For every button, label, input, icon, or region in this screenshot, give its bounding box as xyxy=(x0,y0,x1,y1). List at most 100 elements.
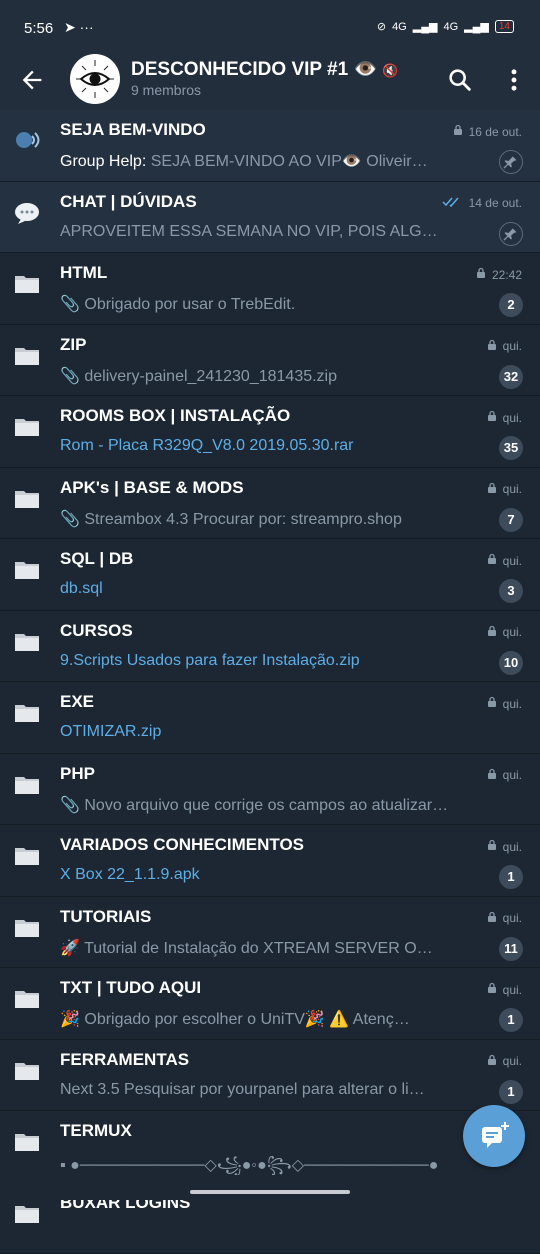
preview-text: 9.Scripts Usados para fazer Instalação.z… xyxy=(60,652,360,669)
topic-row[interactable]: SEJA BEM-VINDOGroup Help: SEJA BEM-VINDO… xyxy=(0,110,540,182)
topic-title: TERMUX xyxy=(60,1121,132,1141)
topic-preview: 🚀 Tutorial de Instalação do XTREAM SERVE… xyxy=(60,938,488,958)
topic-preview: APROVEITEM ESSA SEMANA NO VIP, POIS ALG… xyxy=(60,223,488,241)
topic-preview: Rom - Placa R329Q_V8.0 2019.05.30.rar xyxy=(60,437,488,455)
topic-preview: Next 3.5 Pesquisar por yourpanel para al… xyxy=(60,1081,488,1099)
topic-meta: qui. xyxy=(486,625,522,640)
lock-icon xyxy=(486,839,498,854)
topic-meta: qui. xyxy=(486,553,522,568)
topic-row[interactable]: EXEOTIMIZAR.zipqui. xyxy=(0,682,540,754)
folder-icon xyxy=(12,555,42,585)
topic-title: TUTORIAIS xyxy=(60,907,151,927)
topic-row[interactable]: TERMUX▪ ●───────────◇꧁●◦●꧂◇───────────● xyxy=(0,1111,540,1183)
topic-time: qui. xyxy=(503,697,522,711)
search-icon[interactable] xyxy=(446,66,474,94)
lock-icon xyxy=(486,339,498,354)
topic-row[interactable]: SQL | DBdb.sqlqui.3 xyxy=(0,539,540,611)
pin-icon[interactable] xyxy=(499,150,523,174)
signal-label-1: 4G xyxy=(392,21,407,33)
topic-row[interactable]: HTML 📎 Obrigado por usar o TrebEdit. 22:42… xyxy=(0,253,540,325)
unread-badge: 2 xyxy=(499,293,523,317)
back-arrow-icon[interactable] xyxy=(18,66,46,94)
speech-bubble-icon xyxy=(12,198,42,228)
signal-bars-icon: ▂▄▆ xyxy=(413,20,438,33)
topic-row[interactable]: CURSOS9.Scripts Usados para fazer Instal… xyxy=(0,611,540,683)
topic-preview: db.sql xyxy=(60,580,488,598)
preview-text: APROVEITEM ESSA SEMANA NO VIP, POIS ALG… xyxy=(60,223,438,240)
topic-meta: qui. xyxy=(486,410,522,425)
preview-text: X Box 22_1.1.9.apk xyxy=(60,866,200,883)
signal-label-2: 4G xyxy=(443,21,458,33)
gesture-nav-bar xyxy=(0,1175,540,1200)
topic-meta: qui. xyxy=(486,1054,522,1069)
topic-preview: 📎 Obrigado por usar o TrebEdit. xyxy=(60,294,488,314)
topic-time: qui. xyxy=(503,768,522,782)
topic-row[interactable]: PHP 📎 Novo arquivo que corrige os campos … xyxy=(0,754,540,826)
topic-meta: qui. xyxy=(486,696,522,711)
topic-meta: qui. xyxy=(486,982,522,997)
folder-icon xyxy=(12,341,42,371)
unread-badge: 10 xyxy=(499,651,523,675)
topic-row[interactable]: ZIP📎 delivery-painel_241230_181435.zipqu… xyxy=(0,325,540,397)
topic-title: CHAT | DÚVIDAS xyxy=(60,192,197,212)
preview-text: 📎 Novo arquivo que corrige os campos ao … xyxy=(60,797,448,814)
topic-meta: qui. xyxy=(486,839,522,854)
topic-row[interactable]: CHAT | DÚVIDAS APROVEITEM ESSA SEMANA NO … xyxy=(0,182,540,254)
topic-meta: qui. xyxy=(486,768,522,783)
more-menu-icon[interactable] xyxy=(500,66,528,94)
unread-badge: 7 xyxy=(499,508,523,532)
topic-row[interactable]: VARIADOS CONHECIMENTOS X Box 22_1.1.9.apk… xyxy=(0,825,540,897)
unread-badge: 1 xyxy=(499,1008,523,1032)
lock-icon xyxy=(486,982,498,997)
compose-topic-icon xyxy=(463,1105,525,1167)
folder-icon xyxy=(12,1056,42,1086)
topic-time: 22:42 xyxy=(492,268,522,282)
group-title[interactable]: DESCONHECIDO VIP #1 👁️ 🔇 xyxy=(131,57,399,81)
folder-icon xyxy=(12,1127,42,1157)
topic-row[interactable]: TXT | TUDO AQUI🎉 Obrigado por escolher o… xyxy=(0,968,540,1040)
topic-preview: 📎 Novo arquivo que corrige os campos ao … xyxy=(60,795,488,815)
topic-title: SEJA BEM-VINDO xyxy=(60,120,206,140)
pin-icon[interactable] xyxy=(499,222,523,246)
group-title-text: DESCONHECIDO VIP #1 xyxy=(131,59,348,80)
battery-icon: 14 xyxy=(495,20,514,33)
lock-icon xyxy=(486,1054,498,1069)
topic-row[interactable]: APK's | BASE & MODS📎 Streambox 4.3 Procu… xyxy=(0,468,540,540)
unread-badge: 1 xyxy=(499,1080,523,1104)
preview-text: db.sql xyxy=(60,580,103,597)
group-avatar[interactable] xyxy=(70,54,120,104)
topic-time: qui. xyxy=(503,554,522,568)
eye-logo-icon xyxy=(70,54,120,104)
unread-badge: 1 xyxy=(499,865,523,889)
topic-title: VARIADOS CONHECIMENTOS xyxy=(60,835,304,855)
folder-icon xyxy=(12,841,42,871)
battery-level: 14 xyxy=(499,21,510,32)
topic-meta: qui. xyxy=(486,339,522,354)
folder-icon xyxy=(12,269,42,299)
topic-title: HTML xyxy=(60,263,107,283)
folder-icon xyxy=(12,412,42,442)
topic-row[interactable]: ROOMS BOX | INSTALAÇÃORom - Placa R329Q_… xyxy=(0,396,540,468)
topic-row[interactable]: TUTORIAIS 🚀 Tutorial de Instalação do XTR… xyxy=(0,897,540,969)
preview-text: 📎 Streambox 4.3 Procurar por: streampro.… xyxy=(60,511,402,528)
new-topic-button[interactable] xyxy=(463,1105,525,1167)
topic-title: PHP xyxy=(60,764,95,784)
topic-preview: 9.Scripts Usados para fazer Instalação.z… xyxy=(60,652,488,670)
topic-row[interactable]: FERRAMENTASNext 3.5 Pesquisar por yourpa… xyxy=(0,1040,540,1112)
topic-time: qui. xyxy=(503,625,522,639)
home-indicator[interactable] xyxy=(190,1190,350,1194)
topic-time: qui. xyxy=(503,911,522,925)
preview-text: 📎 Obrigado por usar o TrebEdit. xyxy=(60,296,295,313)
lock-icon xyxy=(486,625,498,640)
preview-sender: Group Help: xyxy=(60,153,151,170)
topic-meta: qui. xyxy=(486,911,522,926)
topic-meta: 16 de out. xyxy=(452,124,522,139)
preview-text: OTIMIZAR.zip xyxy=(60,723,161,740)
folder-icon xyxy=(12,770,42,800)
folder-icon xyxy=(12,1199,42,1229)
folder-icon xyxy=(12,484,42,514)
unread-badge: 32 xyxy=(499,365,523,389)
topic-preview: OTIMIZAR.zip xyxy=(60,723,488,741)
topic-title: SQL | DB xyxy=(60,549,133,569)
topic-time: qui. xyxy=(503,482,522,496)
